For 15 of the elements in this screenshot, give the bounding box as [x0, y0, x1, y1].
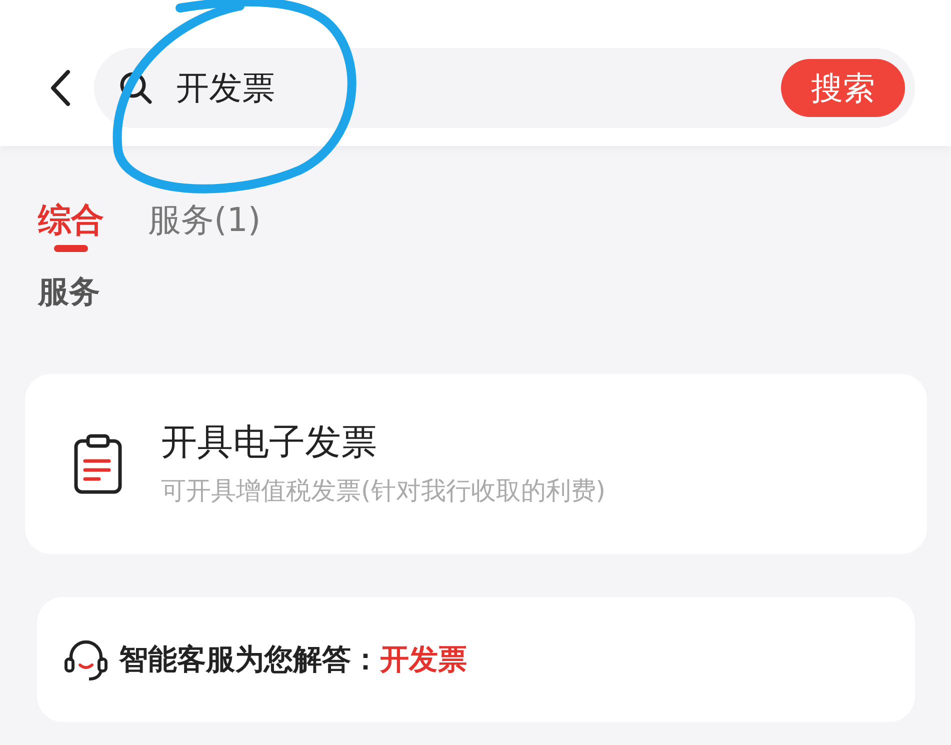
service-card[interactable]: 开具电子发票 可开具增值税发票(针对我行收取的利费) — [25, 374, 927, 554]
clipboard-icon — [73, 433, 123, 495]
assistant-prompt: 智能客服为您解答： — [119, 640, 380, 678]
service-title: 开具电子发票 — [161, 421, 378, 465]
assistant-keyword[interactable]: 开发票 — [380, 638, 467, 682]
search-icon — [118, 70, 154, 106]
tab[interactable]: 服务(1) — [148, 190, 261, 250]
search-input[interactable]: 开发票 — [176, 63, 759, 113]
search-field[interactable]: 开发票 搜索 — [94, 48, 915, 128]
section-title: 服务 — [38, 273, 100, 312]
tab[interactable]: 综合 — [38, 190, 104, 250]
tab-underline — [54, 245, 88, 252]
search-button[interactable]: 搜索 — [781, 59, 905, 117]
assistant-card[interactable]: 智能客服为您解答：开发票 — [37, 597, 915, 722]
service-subtitle: 可开具增值税发票(针对我行收取的利费) — [161, 475, 606, 507]
